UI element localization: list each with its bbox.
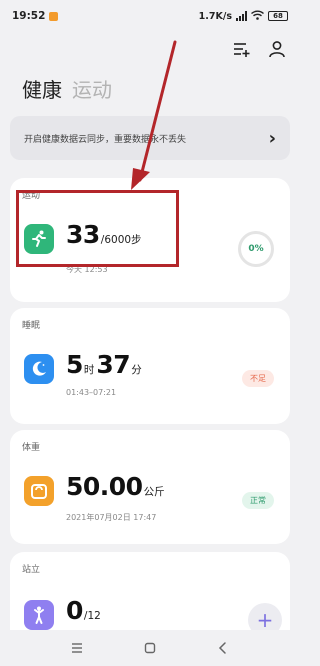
sleep-hours: 5 <box>66 350 83 379</box>
top-actions <box>232 40 286 58</box>
edit-list-icon[interactable] <box>232 40 250 58</box>
standing-person-icon <box>24 600 54 630</box>
sync-banner-text: 开启健康数据云同步，重要数据永不丢失 <box>24 134 187 145</box>
steps-progress-ring: 0% <box>238 231 274 267</box>
home-icon[interactable] <box>142 640 158 656</box>
sleep-card-title: 睡眠 <box>22 321 41 331</box>
status-right-group: 1.7K/s 68 <box>199 10 288 23</box>
wifi-icon <box>251 10 264 23</box>
standing-value-group: 0 /12 <box>66 596 101 625</box>
weight-date: 2021年07月02日 17:47 <box>66 513 157 522</box>
sync-banner[interactable]: 开启健康数据云同步，重要数据永不丢失 › <box>10 116 290 160</box>
sleep-range: 01:43–07:21 <box>66 388 117 397</box>
weight-unit: 公斤 <box>143 486 165 498</box>
battery-icon: 68 <box>268 11 288 21</box>
weight-value: 50.00 <box>66 472 143 501</box>
weight-status-badge: 正常 <box>242 492 274 509</box>
moon-icon <box>24 354 54 384</box>
tab-exercise[interactable]: 运动 <box>72 74 112 103</box>
standing-value: 0 <box>66 596 83 625</box>
sleep-minutes: 37 <box>96 350 131 379</box>
status-bar: 19:52 1.7K/s 68 <box>0 0 300 32</box>
annotation-highlight-box <box>16 190 179 267</box>
weight-card-title: 体重 <box>22 443 41 453</box>
sleep-duration: 5 时 37 分 <box>66 350 142 379</box>
sleep-minutes-unit: 分 <box>131 364 142 376</box>
scale-icon <box>24 476 54 506</box>
standing-total: /12 <box>83 610 101 622</box>
menu-icon[interactable] <box>69 640 85 656</box>
sleep-card[interactable]: 睡眠 5 时 37 分 01:43–07:21 不足 <box>10 308 290 424</box>
status-time: 19:52 <box>12 10 46 22</box>
weight-value-group: 50.00 公斤 <box>66 472 165 501</box>
signal-icon <box>236 11 247 21</box>
sleep-hours-unit: 时 <box>83 364 95 376</box>
app-notification-icon <box>49 11 59 21</box>
profile-icon[interactable] <box>268 40 286 58</box>
standing-card-title: 站立 <box>22 565 41 575</box>
weight-card[interactable]: 体重 50.00 公斤 2021年07月02日 17:47 正常 <box>10 430 290 544</box>
back-icon[interactable] <box>215 640 231 656</box>
header-tabs: 健康 运动 <box>22 74 112 103</box>
tab-health[interactable]: 健康 <box>22 74 62 103</box>
steps-progress-label: 0% <box>248 244 264 254</box>
sleep-status-badge: 不足 <box>242 370 274 387</box>
system-nav-bar <box>0 630 300 666</box>
chevron-right-icon: › <box>268 127 276 149</box>
network-speed: 1.7K/s <box>198 10 232 22</box>
